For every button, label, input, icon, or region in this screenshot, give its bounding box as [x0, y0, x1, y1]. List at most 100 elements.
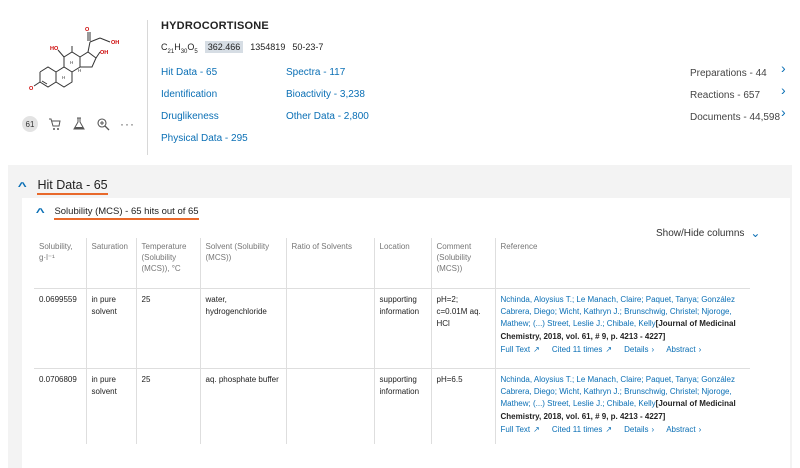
link-hit-data[interactable]: Hit Data - 65 — [161, 68, 248, 90]
link-label: Preparations - 44 — [690, 67, 767, 79]
compound-name: HYDROCORTISONE — [161, 20, 269, 32]
flask-icon[interactable] — [72, 117, 86, 131]
molecule-tools: 61 ··· — [22, 116, 135, 132]
abstract-label: Abstract — [666, 345, 696, 355]
col-comment[interactable]: Comment (Solubility (MCS)) — [430, 238, 495, 289]
cell-solubility: 0.0706809 — [39, 374, 77, 384]
atom-label: H — [62, 75, 65, 80]
cell-comment: pH=6.5 — [430, 368, 495, 444]
cell-location: supporting information — [373, 368, 431, 444]
col-saturation[interactable]: Saturation — [85, 238, 136, 289]
more-icon[interactable]: ··· — [120, 117, 135, 131]
col-temperature[interactable]: Temperature (Solubility (MCS)), °C — [135, 238, 200, 289]
link-identification[interactable]: Identification — [161, 90, 248, 112]
atom-label: H — [70, 60, 73, 65]
header-divider — [147, 20, 148, 155]
full-text-link[interactable]: Full Text ↗ — [501, 424, 540, 436]
abstract-link[interactable]: Abstract › — [666, 344, 701, 356]
link-physical-data[interactable]: Physical Data - 295 — [161, 134, 248, 156]
external-link-icon: ↗ — [533, 425, 540, 435]
compound-header: OH HO O OH O H H H 61 ··· HYDROCORTISONE… — [0, 0, 800, 165]
compound-identifiers: C21H30O5 362.466 1354819 50-23-7 — [161, 41, 323, 55]
cell-temperature: 25 — [135, 288, 200, 369]
details-label: Details — [624, 345, 649, 355]
col-solvent[interactable]: Solvent (Solubility (MCS)) — [199, 238, 286, 289]
link-reactions[interactable]: Reactions - 657 — [690, 84, 790, 106]
zoom-icon[interactable] — [96, 117, 110, 131]
col-location[interactable]: Location — [373, 238, 431, 289]
full-text-label: Full Text — [500, 345, 531, 355]
col-ratio[interactable]: Ratio of Solvents — [285, 238, 374, 289]
atom-label: O — [29, 86, 34, 92]
chevron-right-icon: › — [698, 345, 702, 355]
external-link-icon: ↗ — [605, 345, 613, 355]
data-links-left: Hit Data - 65 Identification Druglikenes… — [161, 68, 248, 156]
related-links: Preparations - 44 Reactions - 657 Docume… — [690, 62, 790, 128]
table-row: 0.0699559 in pure solvent 25 water, hydr… — [34, 288, 750, 369]
cited-label: Cited 11 times — [551, 345, 603, 355]
link-other-data[interactable]: Other Data - 2,800 — [286, 112, 369, 134]
cell-solvent: water, hydrogenchloride — [199, 288, 286, 369]
cell-reference: Nchinda, Aloysius T.; Le Manach, Claire;… — [494, 288, 750, 369]
chevron-down-icon: ⌄ — [750, 226, 761, 240]
link-bioactivity[interactable]: Bioactivity - 3,238 — [286, 90, 369, 112]
molecular-formula: C21H30O5 — [161, 42, 198, 55]
full-text-link[interactable]: Full Text ↗ — [501, 344, 540, 356]
table-header-row: Solubility, g·l⁻¹ Saturation Temperature… — [34, 238, 750, 289]
chevron-right-icon[interactable]: › — [781, 104, 786, 120]
atom-label: H — [78, 68, 81, 73]
chevron-right-icon: › — [651, 425, 655, 435]
abstract-label: Abstract — [666, 425, 696, 435]
link-preparations[interactable]: Preparations - 44 — [690, 62, 790, 84]
abstract-link[interactable]: Abstract › — [666, 424, 701, 436]
solubility-panel: ^ Solubility (MCS) - 65 hits out of 65 S… — [22, 198, 790, 468]
molecule-structure-image[interactable]: OH HO O OH O H H H — [26, 22, 136, 102]
details-link[interactable]: Details › — [624, 344, 654, 356]
chevron-right-icon: › — [698, 425, 702, 435]
cited-link[interactable]: Cited 11 times ↗ — [552, 344, 612, 356]
cited-label: Cited 11 times — [551, 425, 603, 435]
cell-location: supporting information — [373, 288, 431, 369]
subsection-header[interactable]: ^ Solubility (MCS) - 65 hits out of 65 — [36, 206, 199, 220]
details-link[interactable]: Details › — [624, 424, 654, 436]
show-hide-label: Show/Hide columns — [656, 227, 745, 239]
chevron-up-icon[interactable]: ^ — [36, 207, 45, 219]
external-link-icon: ↗ — [605, 425, 613, 435]
cell-solubility: 0.0699559 — [34, 288, 86, 369]
section-header[interactable]: ^ Hit Data - 65 — [18, 178, 108, 195]
cas-number: 50-23-7 — [292, 42, 324, 52]
atom-label: OH — [100, 50, 108, 56]
cell-reference: Nchinda, Aloysius T.; Le Manach, Claire;… — [494, 368, 750, 444]
link-label: Documents - 44,598 — [690, 111, 781, 123]
chevron-right-icon[interactable]: › — [781, 82, 786, 98]
link-label: Reactions - 657 — [690, 89, 761, 101]
atom-label: O — [85, 27, 90, 33]
table-row: 0.0706809 in pure solvent 25 aq. phospha… — [34, 368, 750, 444]
chevron-right-icon: › — [651, 345, 655, 355]
cell-ratio — [285, 288, 374, 369]
cell-temperature: 25 — [135, 368, 200, 444]
count-badge[interactable]: 61 — [22, 116, 38, 132]
link-documents[interactable]: Documents - 44,598 — [690, 106, 790, 128]
cell-comment: pH=2; c=0.01M aq. HCl — [430, 288, 495, 369]
link-druglikeness[interactable]: Druglikeness — [161, 112, 248, 134]
molecular-weight: 362.466 — [204, 41, 244, 53]
cited-link[interactable]: Cited 11 times ↗ — [552, 424, 612, 436]
data-links-mid: Spectra - 117 Bioactivity - 3,238 Other … — [286, 68, 369, 134]
external-link-icon: ↗ — [533, 345, 540, 355]
solubility-table: Solubility, g·l⁻¹ Saturation Temperature… — [34, 238, 750, 444]
cart-icon[interactable] — [48, 117, 62, 131]
cell-ratio — [285, 368, 374, 444]
section-title: Hit Data - 65 — [37, 178, 108, 195]
link-spectra[interactable]: Spectra - 117 — [286, 68, 369, 90]
details-label: Details — [624, 425, 649, 435]
cell-saturation: in pure solvent — [85, 288, 136, 369]
cell-solvent: aq. phosphate buffer — [199, 368, 286, 444]
col-solubility[interactable]: Solubility, g·l⁻¹ — [34, 238, 86, 289]
reference-actions: Full Text ↗ Cited 11 times ↗ Details › Abst… — [501, 344, 746, 356]
reaxys-id: 1354819 — [250, 42, 286, 52]
col-reference[interactable]: Reference — [494, 238, 750, 289]
cell-saturation: in pure solvent — [85, 368, 136, 444]
chevron-right-icon[interactable]: › — [781, 60, 786, 76]
chevron-up-icon[interactable]: ^ — [18, 181, 27, 193]
